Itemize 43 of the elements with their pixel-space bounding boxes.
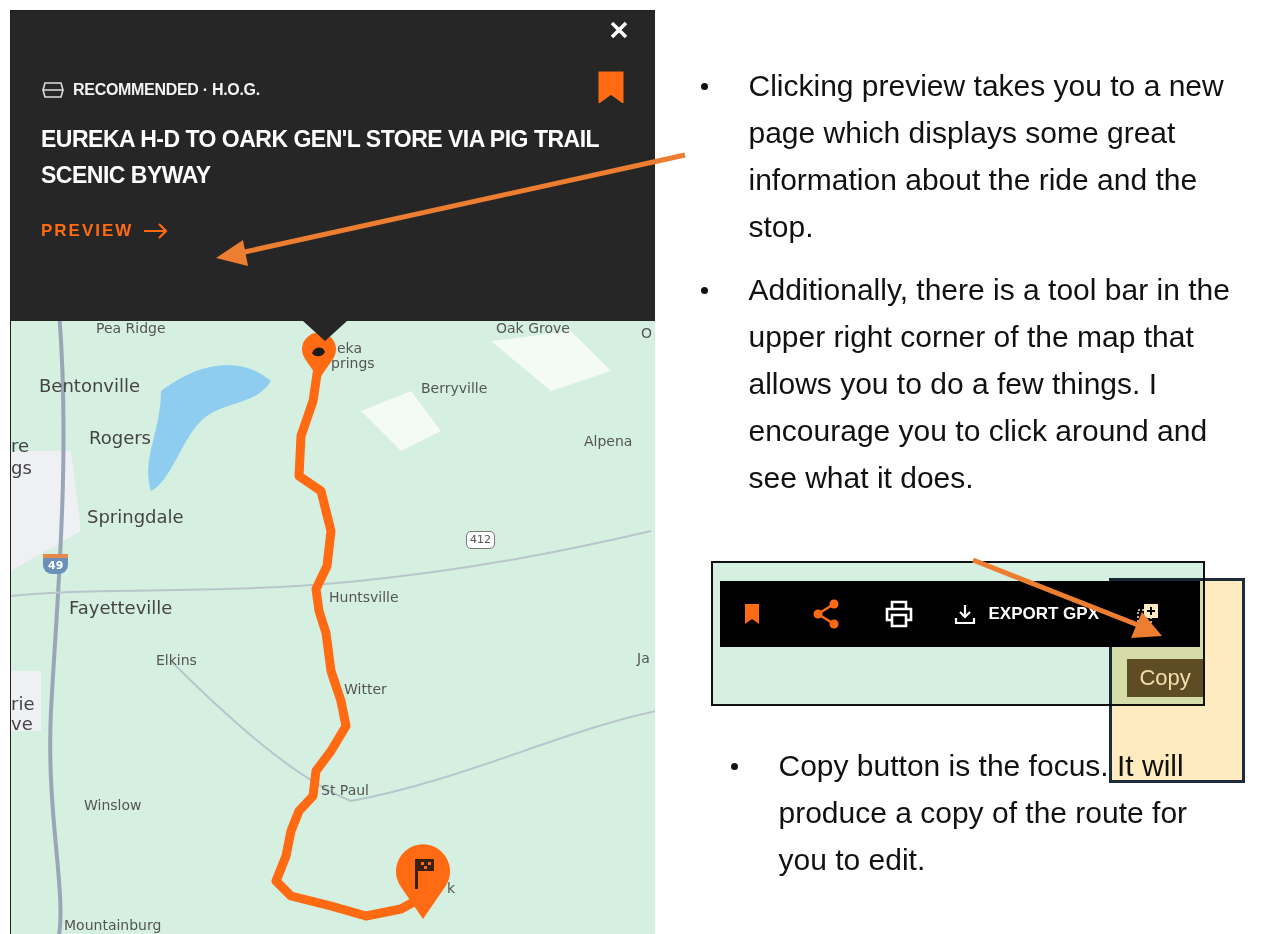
note-text: Clicking preview takes you to a new page which displays some great information about the ride and the stop.: [748, 68, 1225, 245]
place-label: St Paul: [321, 783, 369, 799]
route-shield: 49: [43, 554, 69, 575]
bullet-dot: [701, 83, 709, 90]
place-label: Alpena: [584, 434, 633, 450]
place-label: eka: [337, 341, 363, 357]
place-label: Bentonville: [39, 376, 141, 396]
place-label: Elkins: [156, 653, 197, 669]
place-label: gs: [11, 458, 32, 478]
place-label: Ja: [637, 651, 650, 667]
preview-link[interactable]: PREVIEW: [41, 221, 170, 241]
bookmark-icon[interactable]: [598, 71, 624, 103]
place-label: Fayetteville: [69, 598, 173, 618]
place-label: Winslow: [84, 798, 142, 814]
note-text: Additionally, there is a tool bar in the upper right corner of the map that allows you to do a few things. I encourage you to click around and see what it does.: [748, 272, 1231, 496]
close-icon[interactable]: [610, 21, 628, 39]
tooltip: Copy: [1127, 659, 1203, 697]
place-label: re: [11, 436, 30, 456]
category-label: RECOMMENDED · H.O.G.: [73, 81, 260, 99]
arrow-right-icon: [143, 223, 170, 239]
bullet-dot: [731, 763, 739, 770]
place-label: Rogers: [89, 428, 151, 448]
download-icon: [954, 603, 977, 625]
place-label: Springdale: [87, 507, 184, 527]
place-label: rie: [11, 694, 35, 714]
shield-logo-icon: [41, 81, 65, 99]
place-label: Witter: [344, 682, 387, 698]
route-title: EUREKA H-D TO OARK GEN'L STORE VIA PIG TRAIL SCENIC BYWAY: [41, 125, 600, 190]
place-label: Mountainburg: [64, 918, 162, 934]
place-label: Oak Grove: [496, 321, 570, 337]
place-label: Berryville: [421, 381, 488, 397]
route-shield: 412: [466, 531, 495, 550]
place-label: ve: [11, 714, 33, 734]
print-icon[interactable]: [884, 600, 915, 628]
place-label: prings: [331, 356, 375, 372]
bullet-dot: [701, 287, 709, 294]
place-label: Huntsville: [329, 590, 399, 606]
place-label: Pea Ridge: [96, 321, 166, 337]
place-label: k: [447, 881, 456, 897]
bookmark-icon[interactable]: [744, 603, 761, 625]
place-label: O: [641, 326, 653, 342]
share-icon[interactable]: [812, 599, 841, 629]
note-text: Copy button is the focus. It will produce a copy of the route for you to edit.: [778, 748, 1189, 878]
